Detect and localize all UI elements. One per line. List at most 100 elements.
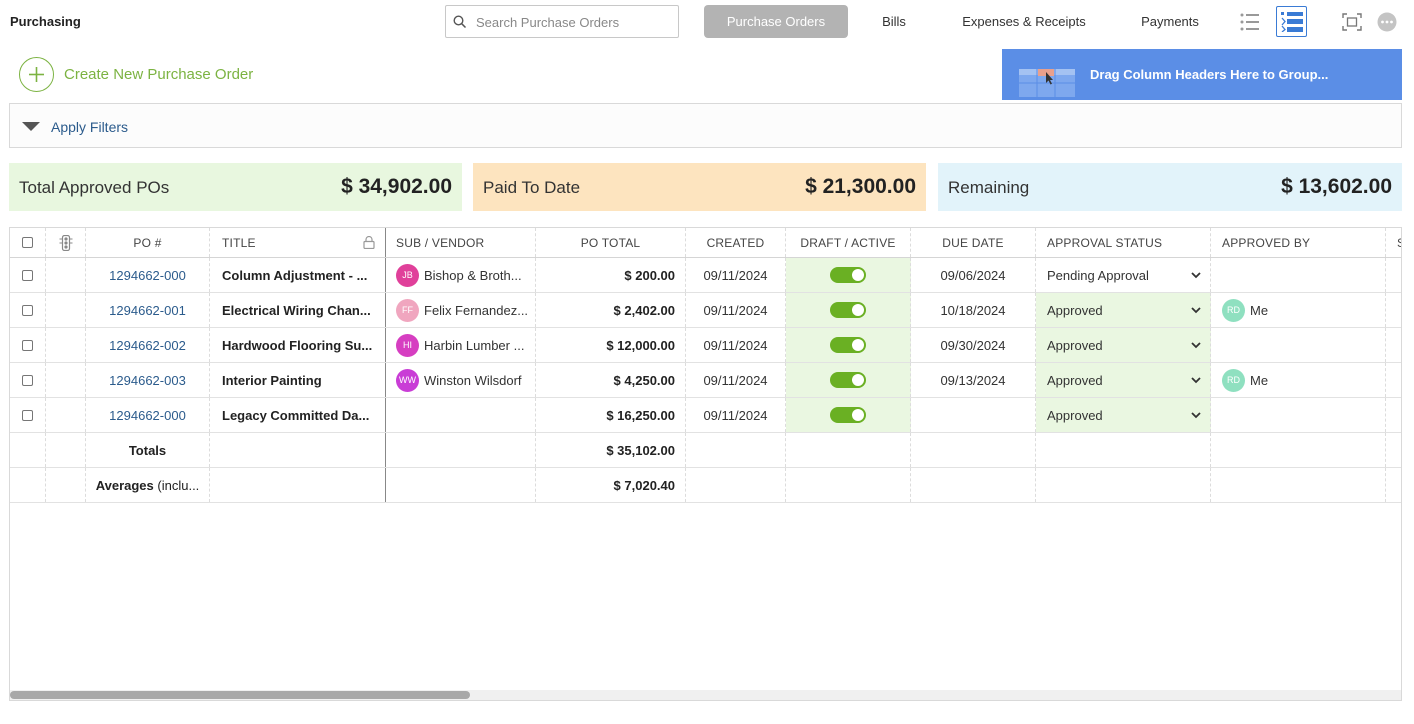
search-input[interactable] xyxy=(476,12,671,32)
list-view-button[interactable] xyxy=(1234,6,1265,37)
approved-by-cell xyxy=(1211,258,1386,292)
created-date: 09/11/2024 xyxy=(686,258,786,292)
po-title-cell[interactable]: Electrical Wiring Chan... xyxy=(210,293,386,327)
row-indicator-cell xyxy=(46,398,86,432)
approval-status-select[interactable]: Approved xyxy=(1036,398,1211,432)
draft-active-cell xyxy=(786,363,911,397)
more-options-button[interactable] xyxy=(1371,6,1402,37)
header-draft-active[interactable]: DRAFT / ACTIVE xyxy=(786,228,911,257)
remaining-card: Remaining $ 13,602.00 xyxy=(938,163,1402,211)
header-po-total[interactable]: PO TOTAL xyxy=(536,228,686,257)
active-toggle[interactable] xyxy=(830,267,866,283)
approver-name: Me xyxy=(1250,372,1269,388)
created-date: 09/11/2024 xyxy=(686,293,786,327)
totals-empty-7 xyxy=(786,433,911,467)
select-all-checkbox[interactable] xyxy=(22,237,33,248)
approval-status-value: Approved xyxy=(1047,372,1103,388)
active-toggle[interactable] xyxy=(830,372,866,388)
due-date: 09/06/2024 xyxy=(911,258,1036,292)
fullscreen-button[interactable] xyxy=(1336,6,1367,37)
vendor-cell[interactable]: JB Bishop & Broth... xyxy=(386,258,536,292)
row-checkbox[interactable] xyxy=(22,269,33,281)
create-purchase-order-button[interactable]: Create New Purchase Order xyxy=(19,56,253,92)
approval-status-value: Pending Approval xyxy=(1047,267,1149,283)
tab-bills[interactable]: Bills xyxy=(872,5,916,38)
po-title: Interior Painting xyxy=(222,372,322,388)
totals-empty-9 xyxy=(1036,433,1211,467)
active-toggle[interactable] xyxy=(830,337,866,353)
header-title-label: TITLE xyxy=(222,235,256,250)
group-by-drop-zone[interactable]: Drag Column Headers Here to Group... xyxy=(1002,49,1402,100)
po-title: Hardwood Flooring Su... xyxy=(222,337,373,353)
header-title[interactable]: TITLE xyxy=(210,228,386,257)
approval-status-select[interactable]: Pending Approval xyxy=(1036,258,1211,292)
tab-purchase-orders[interactable]: Purchase Orders xyxy=(704,5,848,38)
row-checkbox[interactable] xyxy=(22,339,33,351)
row-checkbox[interactable] xyxy=(22,374,33,386)
po-number-link[interactable]: 1294662-000 xyxy=(86,258,210,292)
po-total: $ 2,402.00 xyxy=(536,293,686,327)
vendor-cell[interactable]: FF Felix Fernandez... xyxy=(386,293,536,327)
next-column-cell xyxy=(1386,363,1401,397)
header-approved-by[interactable]: APPROVED BY xyxy=(1211,228,1386,257)
vendor-cell[interactable] xyxy=(386,398,536,432)
remaining-value: $ 13,602.00 xyxy=(1281,175,1392,198)
due-date xyxy=(911,398,1036,432)
total-approved-card: Total Approved POs $ 34,902.00 xyxy=(9,163,462,211)
tab-payments[interactable]: Payments xyxy=(1132,5,1208,38)
header-vendor[interactable]: SUB / VENDOR xyxy=(386,228,536,257)
approved-by-cell: RD Me xyxy=(1211,293,1386,327)
po-title-cell[interactable]: Interior Painting xyxy=(210,363,386,397)
totals-empty-0 xyxy=(10,433,46,467)
table-row: 1294662-000 Column Adjustment - ... JB Bi… xyxy=(10,258,1401,293)
totals-empty-1 xyxy=(46,433,86,467)
header-next-column[interactable]: S xyxy=(1386,228,1401,257)
traffic-light-icon xyxy=(59,234,72,251)
vendor-name: Felix Fernandez... xyxy=(424,302,529,318)
po-title-cell[interactable]: Hardwood Flooring Su... xyxy=(210,328,386,362)
toggle-knob xyxy=(852,269,864,281)
totals-label: Totals xyxy=(86,433,210,467)
page-title: Purchasing xyxy=(10,14,81,29)
header-approval-status[interactable]: APPROVAL STATUS xyxy=(1036,228,1211,257)
po-title-cell[interactable]: Legacy Committed Da... xyxy=(210,398,386,432)
vendor-cell[interactable]: HI Harbin Lumber ... xyxy=(386,328,536,362)
active-toggle[interactable] xyxy=(830,302,866,318)
draft-active-cell xyxy=(786,258,911,292)
search-box[interactable] xyxy=(445,5,679,38)
po-total: $ 12,000.00 xyxy=(536,328,686,362)
active-toggle[interactable] xyxy=(830,407,866,423)
horizontal-scrollbar[interactable] xyxy=(10,690,1401,700)
averages-empty-9 xyxy=(1036,468,1211,502)
apply-filters-bar[interactable]: Apply Filters xyxy=(9,103,1402,148)
created-date: 09/11/2024 xyxy=(686,328,786,362)
list-view-icon xyxy=(1240,13,1259,30)
row-select-cell xyxy=(10,258,46,292)
approval-status-value: Approved xyxy=(1047,407,1103,423)
averages-empty-3 xyxy=(210,468,386,502)
scrollbar-thumb[interactable] xyxy=(10,691,470,699)
totals-empty-8 xyxy=(911,433,1036,467)
po-number-link[interactable]: 1294662-001 xyxy=(86,293,210,327)
po-number-link[interactable]: 1294662-000 xyxy=(86,398,210,432)
header-due-date[interactable]: DUE DATE xyxy=(911,228,1036,257)
po-title: Column Adjustment - ... xyxy=(222,267,368,283)
grouped-view-button[interactable] xyxy=(1276,6,1307,37)
po-number-link[interactable]: 1294662-003 xyxy=(86,363,210,397)
averages-empty-4 xyxy=(386,468,536,502)
approval-status-select[interactable]: Approved xyxy=(1036,328,1211,362)
row-checkbox[interactable] xyxy=(22,409,33,421)
grouped-view-icon xyxy=(1280,11,1303,32)
po-number-link[interactable]: 1294662-002 xyxy=(86,328,210,362)
header-po-number[interactable]: PO # xyxy=(86,228,210,257)
header-created[interactable]: CREATED xyxy=(686,228,786,257)
row-checkbox[interactable] xyxy=(22,304,33,316)
vendor-cell[interactable]: WW Winston Wilsdorf xyxy=(386,363,536,397)
approval-status-select[interactable]: Approved xyxy=(1036,293,1211,327)
toggle-knob xyxy=(852,409,864,421)
po-title-cell[interactable]: Column Adjustment - ... xyxy=(210,258,386,292)
tab-expenses-receipts[interactable]: Expenses & Receipts xyxy=(956,5,1092,38)
vendor-avatar: WW xyxy=(396,368,419,392)
approval-status-select[interactable]: Approved xyxy=(1036,363,1211,397)
traffic-light-header[interactable] xyxy=(46,228,86,257)
